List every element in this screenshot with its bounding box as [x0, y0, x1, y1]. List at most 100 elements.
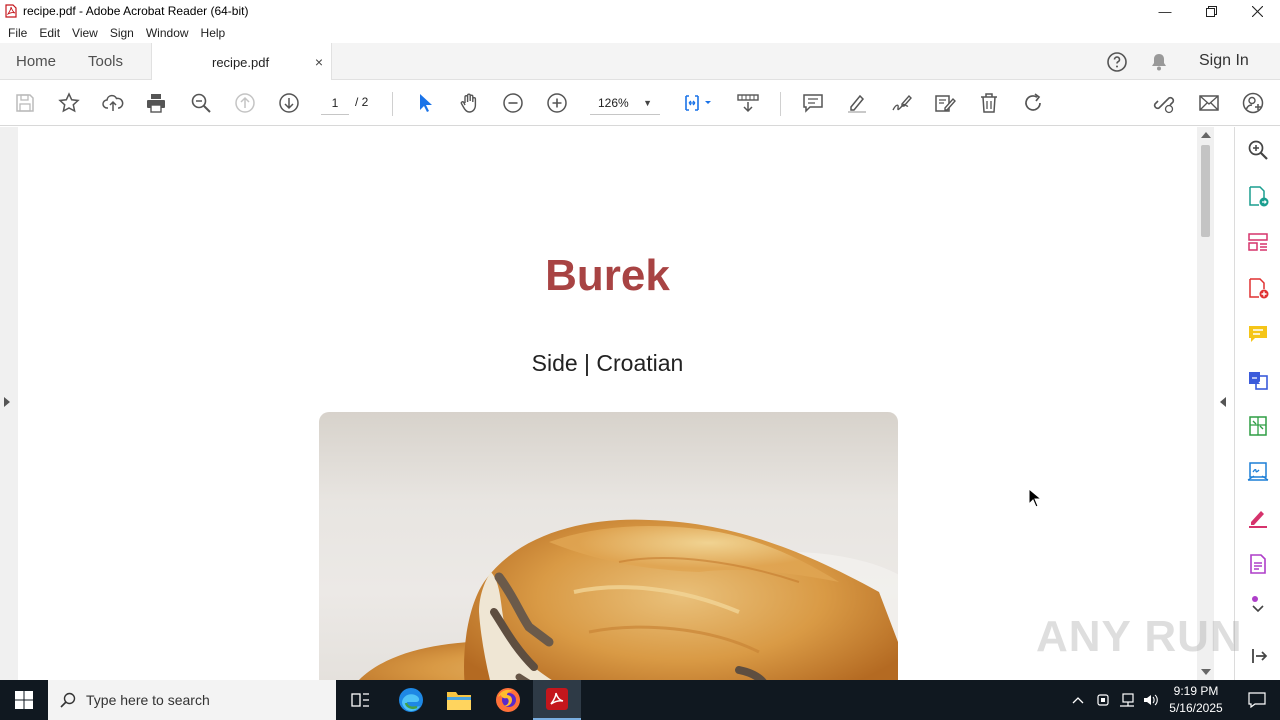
comment-tool-button[interactable] — [1246, 322, 1270, 346]
scroll-thumb[interactable] — [1201, 145, 1210, 237]
highlight-button[interactable] — [845, 91, 869, 115]
network-button[interactable] — [1116, 680, 1138, 720]
upload-icon — [102, 94, 124, 111]
tools-side-panel — [1234, 127, 1280, 680]
tab-close-button[interactable]: × — [315, 54, 323, 70]
notification-center-button[interactable] — [1234, 680, 1280, 720]
next-page-button[interactable] — [277, 91, 301, 115]
print-button[interactable] — [144, 91, 168, 115]
document-viewport[interactable]: Burek Side | Croatian — [0, 127, 1234, 680]
mouse-cursor-icon — [1028, 488, 1042, 508]
tab-home[interactable]: Home — [16, 43, 56, 80]
hand-icon — [460, 93, 477, 113]
menu-view[interactable]: View — [68, 26, 104, 40]
bookmark-button[interactable] — [57, 91, 81, 115]
share-link-button[interactable] — [1152, 91, 1176, 115]
vertical-scrollbar[interactable] — [1197, 127, 1214, 680]
share-link-icon — [1153, 96, 1175, 114]
previous-page-button[interactable] — [233, 91, 257, 115]
tab-document-label: recipe.pdf — [212, 54, 270, 70]
tab-bar: Home Tools recipe.pdf × Sign In — [0, 43, 1280, 81]
upload-button[interactable] — [101, 91, 125, 115]
burek-pastry-image — [359, 519, 898, 680]
create-pdf-button[interactable] — [1246, 276, 1270, 300]
hand-tool-button[interactable] — [457, 91, 481, 115]
menu-edit[interactable]: Edit — [35, 26, 66, 40]
email-button[interactable] — [1197, 91, 1221, 115]
help-icon — [1107, 52, 1127, 72]
fill-sign-button[interactable] — [1246, 506, 1270, 530]
toolbar-divider — [780, 92, 781, 116]
page-number-input[interactable]: 1 — [321, 93, 349, 115]
edit-pdf-button[interactable] — [1246, 552, 1270, 576]
more-tools-button[interactable] — [1246, 596, 1270, 614]
zoom-in-icon — [547, 93, 567, 113]
search-placeholder: Type here to search — [86, 692, 210, 708]
fill-sign-icon — [1249, 511, 1267, 528]
zoom-out-button[interactable] — [501, 91, 525, 115]
zoom-level-dropdown[interactable]: 126% ▼ — [590, 93, 660, 115]
menu-window[interactable]: Window — [142, 26, 195, 40]
export-pdf-button[interactable] — [1246, 184, 1270, 208]
compress-pdf-button[interactable] — [1246, 414, 1270, 438]
edit-button[interactable] — [933, 91, 957, 115]
start-button[interactable] — [0, 680, 48, 720]
save-icon — [16, 94, 34, 112]
menu-sign[interactable]: Sign — [106, 26, 140, 40]
comment-button[interactable] — [801, 91, 825, 115]
restore-button[interactable] — [1188, 0, 1234, 22]
volume-button[interactable] — [1140, 680, 1162, 720]
save-button[interactable] — [13, 91, 37, 115]
scroll-mode-icon — [737, 94, 759, 113]
zoom-out-icon — [503, 93, 523, 113]
device-icon — [1097, 694, 1109, 706]
recipe-subtitle: Side | Croatian — [531, 350, 684, 376]
windows-logo-icon — [15, 691, 33, 709]
search-tool-button[interactable] — [1246, 138, 1270, 162]
zoom-in-button[interactable] — [545, 91, 569, 115]
fit-page-button[interactable] — [681, 91, 715, 115]
minimize-button[interactable]: — — [1142, 0, 1188, 22]
taskbar-clock[interactable]: 9:19 PM 5/16/2025 — [1160, 683, 1232, 717]
tab-document[interactable]: recipe.pdf × — [151, 43, 332, 81]
organize-pages-button[interactable] — [1246, 230, 1270, 254]
scroll-up-icon[interactable] — [1201, 132, 1211, 138]
find-button[interactable] — [189, 91, 213, 115]
menu-bar: File Edit View Sign Window Help — [0, 22, 1280, 43]
sign-icon — [892, 94, 912, 111]
notification-center-icon — [1248, 692, 1266, 708]
combine-files-icon — [1249, 372, 1268, 390]
acrobat-taskbar-button[interactable] — [533, 680, 581, 720]
scroll-mode-button[interactable] — [736, 91, 760, 115]
menu-help[interactable]: Help — [197, 26, 232, 40]
bell-icon — [1152, 54, 1166, 71]
file-explorer-taskbar-button[interactable] — [435, 680, 483, 720]
scroll-down-icon[interactable] — [1201, 669, 1211, 675]
tab-tools[interactable]: Tools — [88, 43, 123, 80]
left-panel-toggle[interactable] — [0, 127, 18, 680]
collapse-panel-button[interactable] — [1246, 644, 1270, 668]
help-button[interactable] — [1106, 51, 1128, 73]
firefox-taskbar-button[interactable] — [484, 680, 532, 720]
delete-button[interactable] — [977, 91, 1001, 115]
organize-pages-icon — [1248, 233, 1268, 251]
tray-device-icon-button[interactable] — [1093, 680, 1113, 720]
restore-icon — [1205, 5, 1217, 17]
send-for-signature-button[interactable] — [1246, 460, 1270, 484]
right-panel-toggle[interactable] — [1214, 127, 1234, 680]
sign-in-button[interactable]: Sign In — [1199, 52, 1249, 70]
collapse-panel-icon — [1252, 649, 1268, 663]
edge-taskbar-button[interactable] — [387, 680, 435, 720]
menu-file[interactable]: File — [4, 26, 33, 40]
task-view-icon — [351, 693, 369, 707]
rotate-button[interactable] — [1021, 91, 1045, 115]
taskbar-search-box[interactable]: Type here to search — [48, 680, 336, 720]
share-user-button[interactable] — [1241, 91, 1265, 115]
select-tool-button[interactable] — [413, 91, 437, 115]
notifications-button[interactable] — [1148, 51, 1170, 73]
combine-files-button[interactable] — [1246, 368, 1270, 392]
show-hidden-icons-button[interactable] — [1068, 680, 1088, 720]
close-window-button[interactable] — [1234, 0, 1280, 22]
task-view-button[interactable] — [336, 680, 384, 720]
sign-button[interactable] — [889, 91, 913, 115]
